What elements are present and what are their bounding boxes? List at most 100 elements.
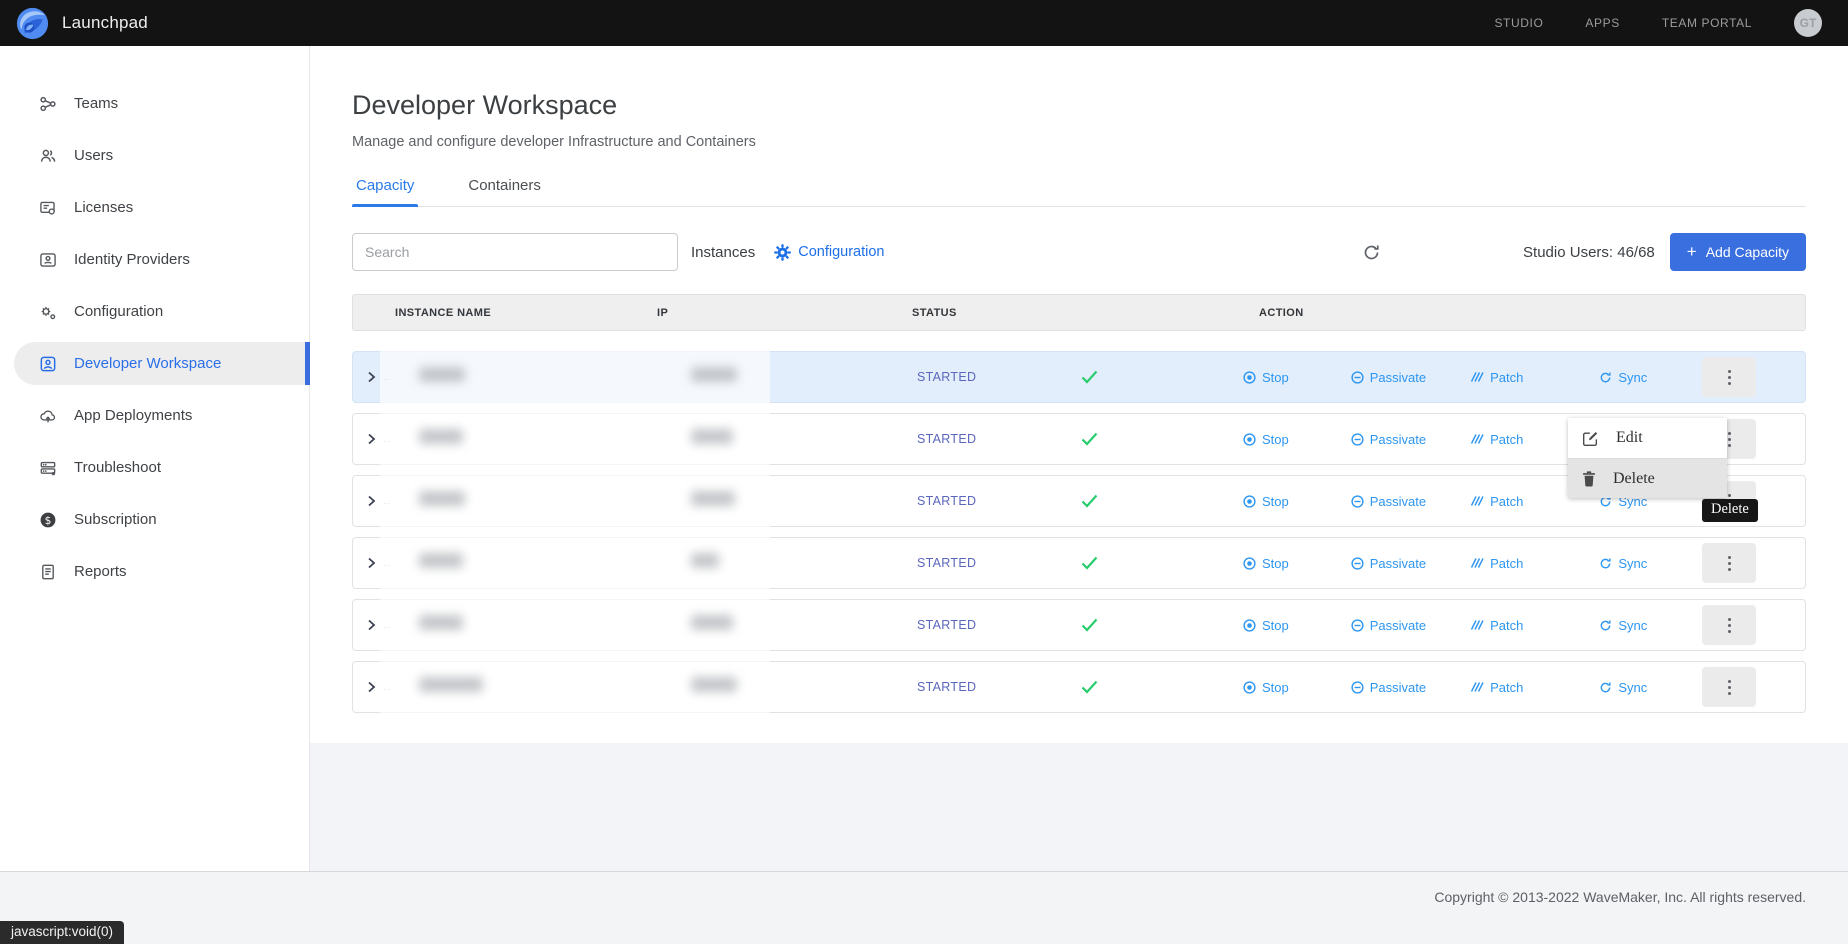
topbar: Launchpad STUDIO APPS TEAM PORTAL GT [0,0,1848,46]
tab-containers[interactable]: Containers [464,177,545,206]
tab-capacity[interactable]: Capacity [352,177,418,206]
patch-action[interactable]: Patch [1470,494,1523,509]
passivate-action[interactable]: Passivate [1351,370,1426,385]
page-background [310,743,1848,871]
sidebar-item-configuration[interactable]: Configuration [0,290,309,333]
sidebar-item-label: Licenses [74,199,133,216]
action-label: Passivate [1370,680,1426,695]
redacted-ip [691,677,737,692]
action-label: Stop [1262,432,1289,447]
trash-icon [1582,471,1596,487]
passivate-action[interactable]: Passivate [1351,432,1426,447]
patch-icon [1470,681,1484,693]
sidebar-item-label: Teams [74,95,118,112]
action-label: Patch [1490,618,1523,633]
refresh-button[interactable] [1362,243,1381,262]
kebab-menu-button[interactable] [1702,357,1756,397]
patch-action[interactable]: Patch [1470,618,1523,633]
redaction-hint: .. [384,682,391,692]
stop-action[interactable]: Stop [1243,370,1289,385]
gear-icon [774,244,791,261]
sidebar-item-subscription[interactable]: $ Subscription [0,498,309,541]
stop-action[interactable]: Stop [1243,494,1289,509]
user-avatar[interactable]: GT [1794,9,1822,37]
expand-chevron-icon[interactable] [366,494,377,508]
passivate-action[interactable]: Passivate [1351,680,1426,695]
table-row: .. STARTED Stop Passivate Patch Sy [352,661,1806,713]
success-check-icon [1081,680,1098,694]
redacted-ip [691,491,735,506]
configuration-icon [38,302,57,321]
redacted-instance-name [419,553,463,568]
stop-action[interactable]: Stop [1243,432,1289,447]
sidebar-item-identity-providers[interactable]: Identity Providers [0,238,309,281]
sync-icon [1599,557,1612,570]
redacted-instance-name [419,429,463,444]
link-status-bar: javascript:void(0) [0,921,124,944]
action-label: Sync [1618,370,1647,385]
menu-item-edit[interactable]: Edit [1568,418,1727,458]
nav-team-portal-link[interactable]: TEAM PORTAL [1662,16,1752,30]
expand-chevron-icon[interactable] [366,618,377,632]
sidebar-item-reports[interactable]: Reports [0,550,309,593]
launchpad-app: Launchpad STUDIO APPS TEAM PORTAL GT Tea… [0,0,1848,944]
passivate-icon [1351,557,1364,570]
kebab-menu-button[interactable] [1702,605,1756,645]
patch-icon [1470,495,1484,507]
sidebar-item-developer-workspace[interactable]: Developer Workspace [14,342,309,385]
menu-item-delete[interactable]: Delete [1568,458,1727,498]
stop-icon [1243,619,1256,632]
passivate-action[interactable]: Passivate [1351,618,1426,633]
sync-action[interactable]: Sync [1599,556,1647,571]
kebab-menu-button[interactable] [1702,543,1756,583]
expand-chevron-icon[interactable] [366,680,377,694]
nav-studio-link[interactable]: STUDIO [1494,16,1543,30]
kebab-menu-button[interactable] [1702,667,1756,707]
sidebar-item-licenses[interactable]: Licenses [0,186,309,229]
menu-item-label: Edit [1616,429,1643,447]
expand-chevron-icon[interactable] [366,556,377,570]
sync-action[interactable]: Sync [1599,370,1647,385]
passivate-action[interactable]: Passivate [1351,556,1426,571]
sync-action[interactable]: Sync [1599,680,1647,695]
patch-action[interactable]: Patch [1470,370,1523,385]
expand-chevron-icon[interactable] [366,432,377,446]
stop-icon [1243,495,1256,508]
configuration-link[interactable]: Configuration [774,244,884,261]
stop-action[interactable]: Stop [1243,556,1289,571]
success-check-icon [1081,618,1098,632]
reports-icon [38,562,57,581]
expand-chevron-icon[interactable] [366,370,377,384]
action-label: Patch [1490,494,1523,509]
search-input[interactable] [352,233,678,271]
sidebar-item-label: App Deployments [74,407,192,424]
nav-apps-link[interactable]: APPS [1585,16,1619,30]
wavemaker-logo-icon [16,7,49,40]
stop-action[interactable]: Stop [1243,680,1289,695]
sidebar-item-teams[interactable]: Teams [0,82,309,125]
troubleshoot-icon [38,458,57,477]
success-check-icon [1081,432,1098,446]
sidebar-item-label: Developer Workspace [74,355,221,372]
passivate-action[interactable]: Passivate [1351,494,1426,509]
sidebar-item-users[interactable]: Users [0,134,309,177]
redacted-instance-name [419,367,465,382]
teams-icon [38,94,57,113]
stop-action[interactable]: Stop [1243,618,1289,633]
sidebar-item-label: Subscription [74,511,157,528]
brand[interactable]: Launchpad [16,7,148,40]
redaction-hint: .. [384,372,391,382]
action-label: Patch [1490,556,1523,571]
patch-action[interactable]: Patch [1470,556,1523,571]
users-icon [38,146,57,165]
stop-icon [1243,557,1256,570]
sidebar-item-app-deployments[interactable]: App Deployments [0,394,309,437]
sync-action[interactable]: Sync [1599,618,1647,633]
patch-action[interactable]: Patch [1470,680,1523,695]
redaction-hint: .. [384,496,391,506]
patch-action[interactable]: Patch [1470,432,1523,447]
action-label: Passivate [1370,618,1426,633]
add-capacity-button[interactable]: + Add Capacity [1670,233,1806,271]
action-label: Passivate [1370,370,1426,385]
sidebar-item-troubleshoot[interactable]: Troubleshoot [0,446,309,489]
